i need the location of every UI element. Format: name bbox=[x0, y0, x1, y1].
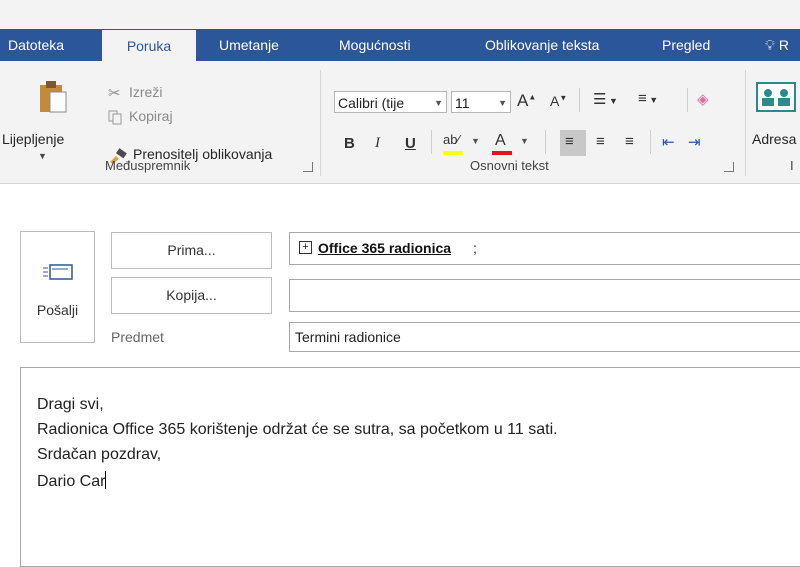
clear-formatting-icon[interactable]: ◈ bbox=[697, 90, 709, 108]
ribbon-divider bbox=[579, 88, 580, 112]
font-size-dropdown-icon: ▼ bbox=[498, 98, 507, 108]
subject-field[interactable]: Termini radionice bbox=[289, 322, 800, 352]
highlight-dropdown-icon: ▼ bbox=[471, 136, 480, 146]
highlighter-icon: ab∕ bbox=[443, 132, 460, 147]
cut-label: Izreži bbox=[129, 84, 163, 100]
font-name-combo[interactable]: Calibri (tije ▼ bbox=[334, 91, 447, 113]
ribbon-divider bbox=[687, 88, 688, 112]
bullets-icon[interactable]: ☰ ▼ bbox=[593, 90, 618, 108]
ribbon-divider bbox=[431, 130, 432, 154]
highlight-color-button[interactable]: ab∕ ▼ bbox=[443, 132, 483, 156]
tab-oblikovanje-teksta[interactable]: Oblikovanje teksta bbox=[485, 29, 599, 61]
font-size-value: 11 bbox=[455, 95, 470, 111]
message-body[interactable] bbox=[20, 367, 800, 567]
clipboard-icon bbox=[40, 81, 67, 113]
paste-label: Lijepljenje bbox=[2, 131, 65, 147]
cc-button[interactable]: Kopija... bbox=[111, 277, 272, 314]
body-line: Radionica Office 365 korištenje održat ć… bbox=[37, 421, 558, 438]
clipboard-group-label: Međuspremnik bbox=[105, 158, 191, 173]
expand-group-icon[interactable]: + bbox=[299, 241, 312, 254]
send-label: Pošalji bbox=[36, 302, 79, 318]
tab-umetanje[interactable]: Umetanje bbox=[219, 29, 279, 61]
tab-pregled[interactable]: Pregled bbox=[662, 29, 710, 61]
font-color-icon: A bbox=[495, 132, 506, 149]
align-right-icon[interactable]: ≡ bbox=[625, 133, 634, 150]
body-line: Dragi svi, bbox=[37, 396, 104, 413]
paste-button[interactable]: Lijepljenje ▼ bbox=[2, 78, 100, 161]
tab-tell-me[interactable]: 💡︎ R bbox=[765, 29, 789, 61]
basic-text-dialog-launcher-icon[interactable] bbox=[724, 162, 734, 172]
to-recipient[interactable]: Office 365 radionica bbox=[318, 240, 451, 256]
tab-tell-me-label: R bbox=[778, 37, 789, 53]
address-book-button[interactable]: Adresa bbox=[752, 80, 800, 152]
to-separator: ; bbox=[473, 240, 477, 256]
grow-font-icon[interactable]: A▲ bbox=[517, 91, 536, 111]
font-name-value: Calibri (tije bbox=[338, 95, 405, 111]
tab-datoteka[interactable]: Datoteka bbox=[8, 29, 64, 61]
numbering-icon[interactable]: ≡ ▼ bbox=[638, 90, 658, 107]
group-separator bbox=[320, 70, 321, 176]
send-button[interactable]: Pošalji bbox=[20, 231, 95, 343]
tab-poruka[interactable]: Poruka bbox=[102, 30, 196, 61]
font-color-dropdown-icon: ▼ bbox=[520, 136, 529, 146]
body-signature: Dario Car bbox=[37, 473, 106, 490]
address-book-label: Adresa bbox=[752, 131, 797, 147]
lightbulb-icon: 💡︎ bbox=[765, 37, 775, 53]
clipboard-dialog-launcher-icon[interactable] bbox=[303, 162, 313, 172]
underline-button[interactable]: U bbox=[405, 135, 416, 152]
scissors-icon: ✂ bbox=[108, 85, 121, 102]
subject-label: Predmet bbox=[111, 329, 164, 345]
send-envelope-icon bbox=[43, 264, 73, 280]
copy-label: Kopiraj bbox=[129, 108, 173, 124]
to-button[interactable]: Prima... bbox=[111, 232, 272, 269]
bold-button[interactable]: B bbox=[344, 135, 355, 152]
basic-text-group-label: Osnovni tekst bbox=[470, 158, 549, 173]
align-center-icon[interactable]: ≡ bbox=[596, 133, 605, 150]
shrink-font-icon[interactable]: A▼ bbox=[550, 93, 567, 109]
font-size-combo[interactable]: 11 ▼ bbox=[451, 91, 511, 113]
font-name-dropdown-icon: ▼ bbox=[434, 98, 443, 108]
body-line: Dario Car bbox=[37, 471, 107, 491]
to-field[interactable]: + Office 365 radionica ; bbox=[289, 232, 800, 265]
subject-value: Termini radionice bbox=[295, 329, 401, 345]
font-color-button[interactable]: A ▼ bbox=[492, 132, 536, 156]
body-line: Srdačan pozdrav, bbox=[37, 446, 162, 463]
paste-dropdown-icon: ▼ bbox=[38, 151, 47, 161]
highlight-swatch bbox=[443, 151, 463, 155]
address-book-icon bbox=[756, 82, 796, 112]
increase-indent-icon[interactable]: ⇥ bbox=[688, 133, 701, 151]
italic-button[interactable]: I bbox=[375, 135, 380, 152]
align-left-button[interactable]: ≡ bbox=[560, 130, 586, 156]
tab-mogucnosti[interactable]: Mogućnosti bbox=[339, 29, 411, 61]
ribbon-divider bbox=[545, 130, 546, 154]
text-cursor bbox=[105, 471, 107, 489]
cc-field[interactable] bbox=[289, 279, 800, 312]
names-group-label: I bbox=[790, 158, 794, 173]
group-separator bbox=[745, 70, 746, 176]
font-color-swatch bbox=[492, 151, 512, 155]
copy-icon bbox=[108, 110, 122, 125]
decrease-indent-icon[interactable]: ⇤ bbox=[662, 133, 675, 151]
ribbon-divider bbox=[650, 130, 651, 154]
align-left-icon: ≡ bbox=[565, 133, 574, 150]
